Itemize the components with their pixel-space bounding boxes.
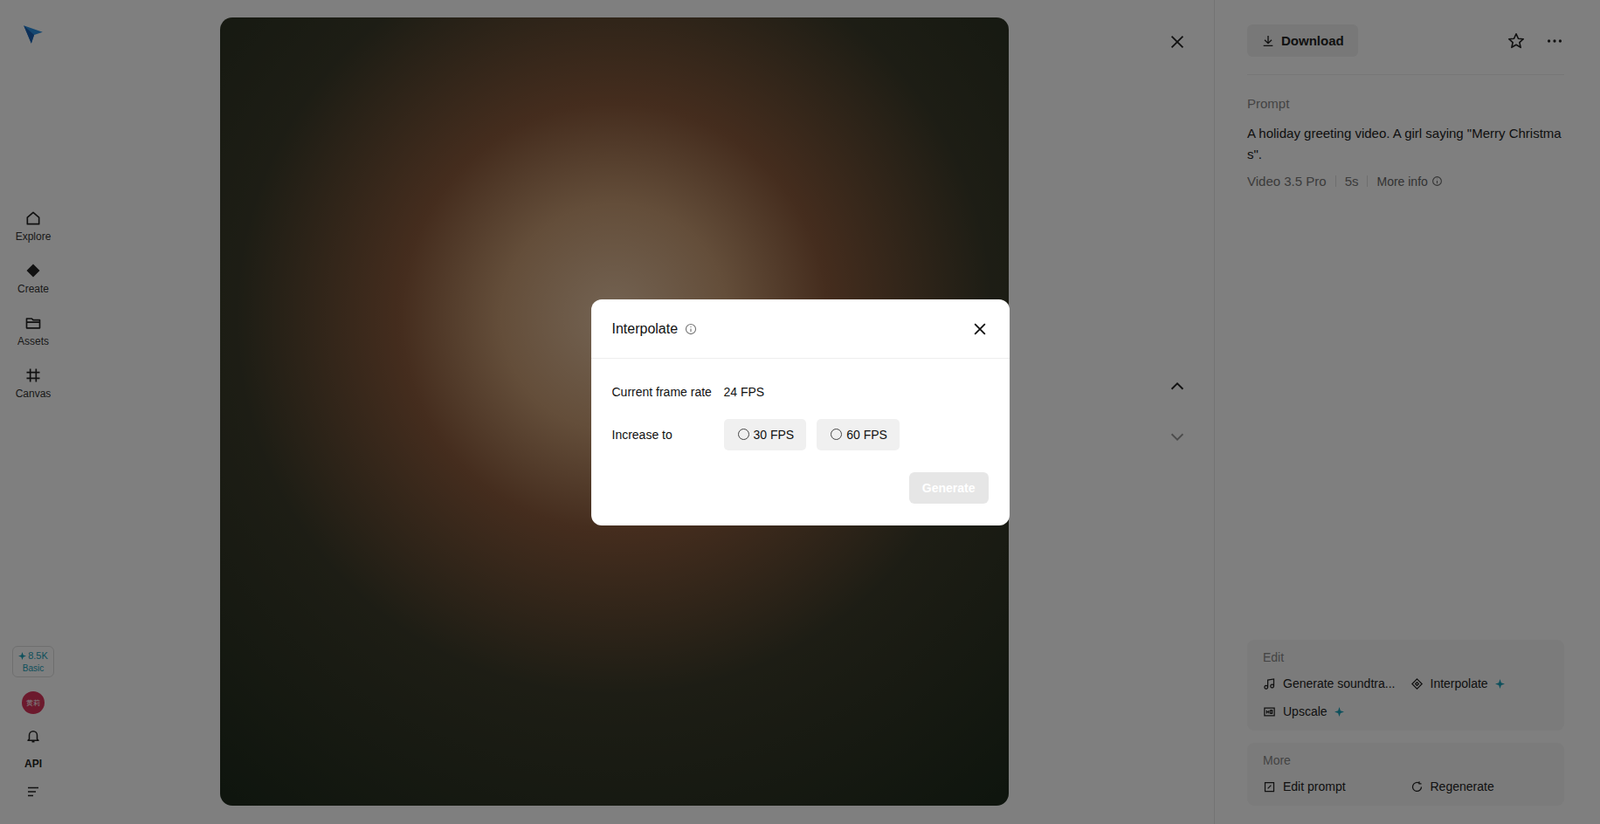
current-frame-rate: 24 FPS <box>724 385 989 400</box>
fps-option[interactable]: 60 FPS <box>816 419 900 451</box>
interpolate-dialog: InterpolateCurrent frame rate24 FPSIncre… <box>591 299 1010 526</box>
info-icon[interactable] <box>684 323 697 336</box>
fps-option[interactable]: 30 FPS <box>724 419 807 451</box>
generate-button[interactable]: Generate <box>909 472 989 504</box>
radio-icon <box>830 428 842 441</box>
page: ExploreCreateAssetsCanvas8.5KBasic黄莉APID… <box>0 0 1600 824</box>
close-icon[interactable] <box>971 320 989 338</box>
modal-backdrop[interactable]: InterpolateCurrent frame rate24 FPSIncre… <box>0 0 1600 824</box>
radio-icon <box>737 428 750 441</box>
